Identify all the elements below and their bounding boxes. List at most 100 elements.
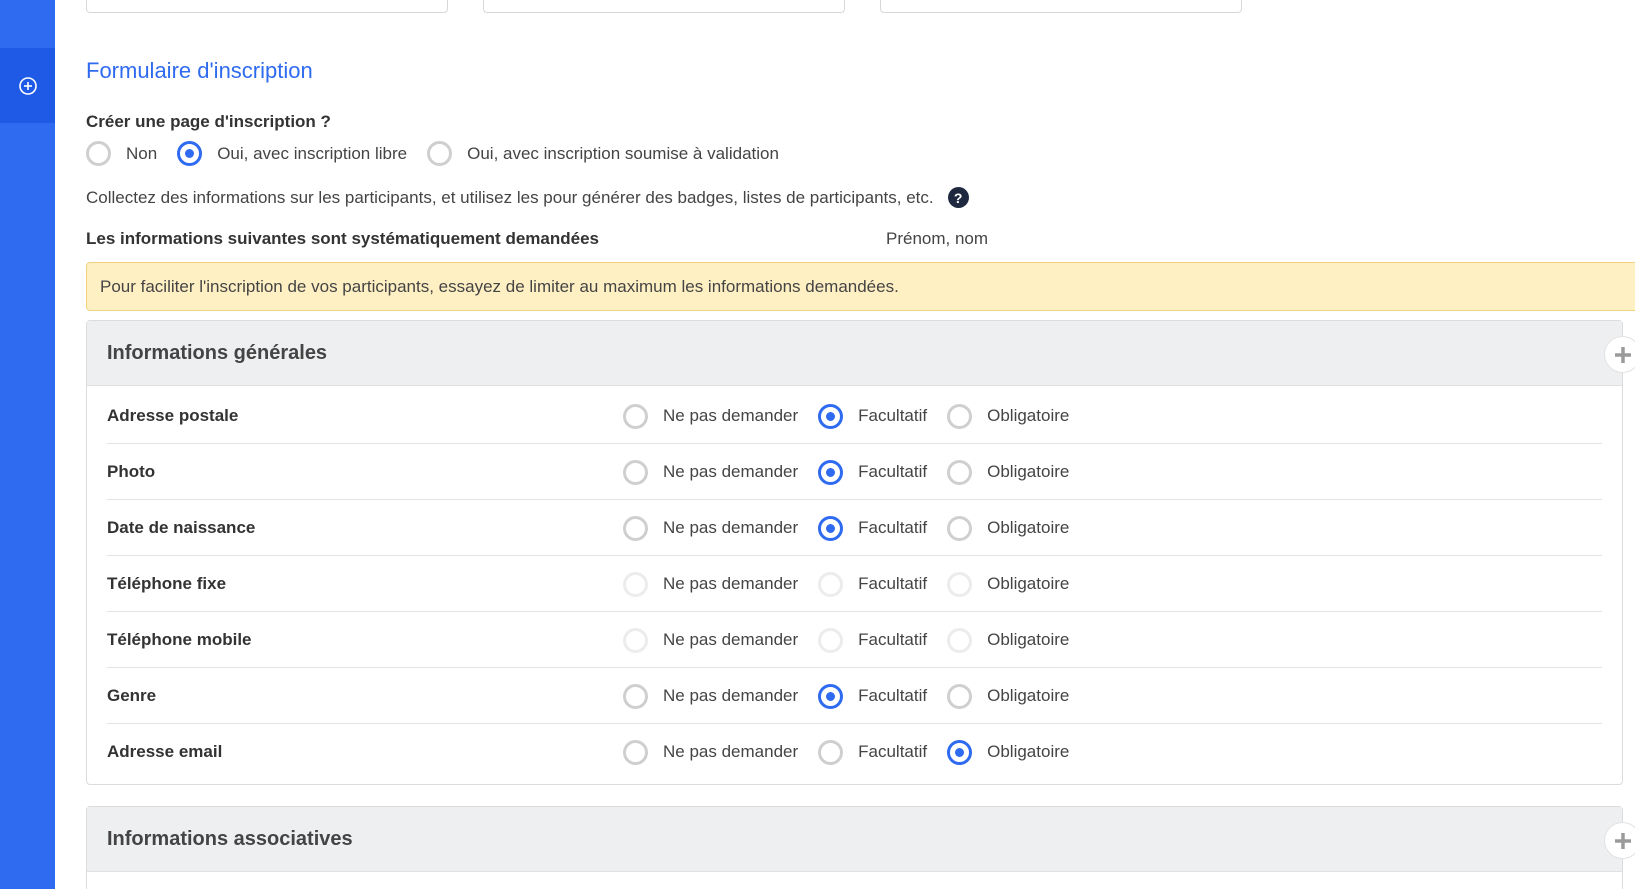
option-label: Facultatif	[858, 630, 928, 649]
registration-page-options: Non Oui, avec inscription libre Oui, ave…	[86, 141, 779, 166]
option-ne-pas-demander[interactable]: Ne pas demander	[623, 403, 799, 429]
question-icon[interactable]: ?	[947, 187, 969, 208]
radio-button[interactable]	[947, 515, 973, 541]
option-label: Ne pas demander	[663, 406, 799, 425]
panel-title: Informations générales	[107, 341, 328, 364]
radio-button[interactable]	[623, 683, 648, 709]
option-obligatoire[interactable]: Obligatoire	[947, 739, 1069, 765]
expand-button[interactable]	[1604, 336, 1635, 373]
section-title: Formulaire d'inscription	[86, 58, 313, 83]
help-line: Collectez des informations sur les parti…	[86, 187, 969, 208]
field-label: Photo	[107, 462, 156, 481]
option-label: Ne pas demander	[663, 742, 799, 761]
panel-general-info: Informations générales Adresse postale Ne…	[86, 320, 1635, 785]
option-obligatoire[interactable]: Obligatoire	[947, 627, 1070, 653]
field-row: Adresse email Ne pas demander Facultatif Ob…	[107, 724, 1602, 780]
field-row: Photo Ne pas demander Facultatif Obligatoir…	[107, 444, 1602, 500]
option-facultatif[interactable]: Facultatif	[818, 459, 927, 485]
option-obligatoire[interactable]: Obligatoire	[947, 571, 1069, 597]
option-ne-pas-demander[interactable]: Ne pas demander	[623, 459, 799, 485]
radio-button[interactable]	[427, 141, 453, 166]
option-label: Ne pas demander	[663, 630, 799, 649]
option-ne-pas-demander[interactable]: Ne pas demander	[623, 739, 799, 765]
sidebar-item-add[interactable]	[0, 48, 55, 123]
radio-button[interactable]	[623, 403, 648, 429]
field-options: Ne pas demander Facultatif Obligatoire	[623, 668, 1069, 724]
option-label: Obligatoire	[987, 462, 1070, 481]
panel-title: Informations associatives	[107, 827, 353, 850]
radio-button[interactable]	[818, 515, 844, 541]
field-row: Adresse postale Ne pas demander Facultatif…	[107, 388, 1602, 444]
radio-button[interactable]	[623, 627, 648, 653]
option-oui-libre[interactable]: Oui, avec inscription libre	[177, 141, 407, 166]
option-label: Ne pas demander	[663, 686, 799, 705]
option-obligatoire[interactable]: Obligatoire	[947, 683, 1070, 709]
panel-associative-info: Informations associatives	[86, 806, 1635, 889]
field-label: Téléphone fixe	[107, 574, 227, 593]
radio-button[interactable]	[818, 459, 844, 485]
radio-button[interactable]	[947, 459, 973, 485]
radio-button[interactable]	[818, 627, 844, 653]
radio-button[interactable]	[86, 141, 111, 166]
option-label: Facultatif	[858, 742, 928, 761]
radio-button[interactable]	[947, 571, 973, 597]
top-card-2[interactable]	[483, 0, 845, 13]
radio-button[interactable]	[623, 459, 648, 485]
option-facultatif[interactable]: Facultatif	[818, 515, 927, 541]
radio-button[interactable]	[947, 403, 973, 429]
field-label: Téléphone mobile	[107, 630, 252, 649]
field-options: Ne pas demander Facultatif Obligatoire	[623, 500, 1069, 556]
option-label: Obligatoire	[987, 686, 1070, 705]
radio-button[interactable]	[947, 627, 973, 653]
registration-page-question: Créer une page d'inscription ?	[86, 112, 331, 131]
field-options: Ne pas demander Facultatif Obligatoire	[623, 444, 1069, 500]
panel-header: Informations générales	[87, 321, 1622, 386]
option-obligatoire[interactable]: Obligatoire	[947, 515, 1070, 541]
option-obligatoire[interactable]: Obligatoire	[947, 403, 1069, 429]
option-facultatif[interactable]: Facultatif	[818, 403, 927, 429]
radio-button[interactable]	[177, 141, 203, 166]
field-row: Genre Ne pas demander Facultatif Obligatoir…	[107, 668, 1602, 724]
expand-button[interactable]	[1604, 822, 1635, 859]
option-label: Obligatoire	[987, 630, 1070, 649]
radio-button[interactable]	[818, 683, 844, 709]
option-label: Ne pas demander	[663, 462, 799, 481]
field-options: Ne pas demander Facultatif Obligatoire	[623, 556, 1069, 612]
option-ne-pas-demander[interactable]: Ne pas demander	[623, 627, 799, 653]
radio-button[interactable]	[818, 739, 844, 765]
top-card-1[interactable]	[86, 0, 448, 13]
option-facultatif[interactable]: Facultatif	[818, 571, 927, 597]
radio-button[interactable]	[623, 571, 648, 597]
option-ne-pas-demander[interactable]: Ne pas demander	[623, 683, 799, 709]
field-options: Ne pas demander Facultatif Obligatoire	[623, 724, 1069, 780]
radio-button[interactable]	[947, 683, 973, 709]
option-obligatoire[interactable]: Obligatoire	[947, 459, 1070, 485]
option-label: Facultatif	[858, 686, 928, 705]
system-fields-value: Prénom, nom	[886, 229, 989, 248]
option-non[interactable]: Non	[86, 141, 157, 166]
field-label: Adresse email	[107, 742, 223, 761]
radio-button[interactable]	[818, 403, 844, 429]
radio-button[interactable]	[818, 571, 844, 597]
field-list: Adresse postale Ne pas demander Facultatif…	[87, 386, 1622, 784]
radio-button[interactable]	[947, 739, 973, 765]
option-facultatif[interactable]: Facultatif	[818, 739, 928, 765]
field-row: Date de naissance Ne pas demander Facultat…	[107, 500, 1602, 556]
radio-button[interactable]	[623, 515, 648, 541]
radio-button[interactable]	[623, 739, 648, 765]
option-oui-validation[interactable]: Oui, avec inscription soumise à validati…	[427, 141, 779, 166]
field-row: Téléphone mobile Ne pas demander Facultati…	[107, 612, 1602, 668]
option-ne-pas-demander[interactable]: Ne pas demander	[623, 515, 799, 541]
option-label: Obligatoire	[987, 518, 1070, 537]
option-ne-pas-demander[interactable]: Ne pas demander	[623, 571, 798, 597]
top-card-3[interactable]	[880, 0, 1242, 13]
add-circle-icon	[18, 76, 37, 95]
option-facultatif[interactable]: Facultatif	[818, 627, 928, 653]
field-options: Ne pas demander Facultatif Obligatoire	[623, 612, 1069, 668]
option-label: Ne pas demander	[663, 518, 799, 537]
info-alert: Pour faciliter l'inscription de vos part…	[86, 262, 1635, 311]
option-facultatif[interactable]: Facultatif	[818, 683, 928, 709]
help-text: Collectez des informations sur les parti…	[86, 187, 934, 207]
field-label: Genre	[107, 686, 157, 705]
plus-icon	[1614, 832, 1631, 849]
